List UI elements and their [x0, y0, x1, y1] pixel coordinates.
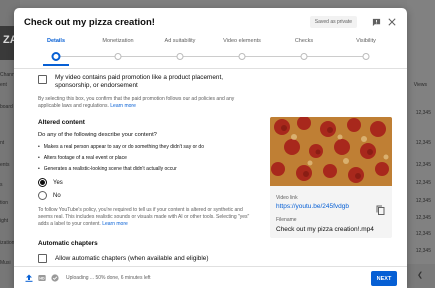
dialog-footer: HD Uploading ... 50% done, 6 minutes lef…	[14, 266, 407, 288]
yes-radio[interactable]	[38, 178, 47, 187]
altered-yes-option[interactable]: Yes	[38, 178, 250, 187]
automatic-chapters-checkbox[interactable]	[38, 254, 47, 263]
upload-dialog: Check out my pizza creation! Saved as pr…	[14, 8, 407, 288]
altered-no-option[interactable]: No	[38, 191, 250, 200]
view-count: 12,345	[415, 110, 431, 116]
view-count: 12,345	[415, 198, 431, 204]
tab-details[interactable]: Details	[47, 38, 65, 44]
chevron-left-icon[interactable]: ❮	[417, 271, 423, 279]
views-header: Views	[413, 82, 427, 88]
upload-icon	[25, 274, 33, 282]
no-radio-label: No	[53, 192, 61, 199]
filename: Check out my pizza creation!.mp4	[276, 226, 374, 233]
pagination-bar: ❮	[407, 264, 435, 288]
svg-text:HD: HD	[39, 276, 45, 280]
upload-stepper: Details Monetization Ad suitability Vide…	[14, 36, 407, 68]
dialog-title: Check out my pizza creation!	[24, 16, 155, 28]
tab-checks[interactable]: Checks	[295, 38, 313, 44]
learn-more-link[interactable]: Learn more	[102, 221, 128, 227]
upload-status: Uploading ... 50% done, 6 minutes left	[66, 274, 151, 281]
view-count: 12,345	[415, 180, 431, 186]
altered-policy-body: To follow YouTube's policy, you're requi…	[38, 207, 250, 227]
dialog-header: Check out my pizza creation! Saved as pr…	[14, 8, 407, 36]
video-link-label: Video link	[276, 195, 298, 201]
active-step-indicator	[43, 64, 69, 66]
stepper-line	[58, 56, 369, 57]
automatic-chapters-label: Allow automatic chapters (when available…	[55, 255, 209, 262]
step-dot-checks[interactable]	[300, 53, 308, 60]
filename-label: Filename	[276, 217, 297, 223]
altered-bullet: Generates a realistic-looking scene that…	[38, 166, 250, 172]
paid-promotion-row[interactable]: My video contains paid promotion like a …	[38, 74, 250, 90]
altered-content-heading: Altered content	[38, 119, 85, 126]
step-dot-video-elements[interactable]	[238, 53, 246, 60]
checks-complete-icon	[51, 273, 59, 282]
close-icon[interactable]	[387, 17, 397, 27]
tab-ad-suitability[interactable]: Ad suitability	[165, 38, 196, 44]
hd-icon: HD	[38, 274, 46, 282]
yes-radio-label: Yes	[53, 179, 63, 186]
paid-promotion-checkbox[interactable]	[38, 75, 47, 84]
view-count: 12,345	[415, 140, 431, 146]
view-count: 12,345	[415, 162, 431, 168]
video-thumbnail[interactable]	[270, 117, 392, 186]
altered-policy-text: To follow YouTube's policy, you're requi…	[38, 207, 250, 228]
details-form: My video contains paid promotion like a …	[38, 74, 250, 263]
altered-bullet: Makes a real person appear to say or do …	[38, 144, 250, 150]
view-count: 12,345	[415, 231, 431, 237]
tab-visibility[interactable]: Visibility	[356, 38, 376, 44]
next-button[interactable]: NEXT	[371, 271, 397, 286]
paid-promotion-help-text: By selecting this box, you confirm that …	[38, 96, 235, 109]
altered-bullet: Alters footage of a real event or place	[38, 155, 250, 161]
altered-content-question: Do any of the following describe your co…	[38, 132, 157, 138]
background-table-column: Views 12,345 12,345 12,345 12,345 12,345…	[407, 0, 435, 288]
view-count: 12,345	[415, 248, 431, 254]
view-count: 12,345	[415, 215, 431, 221]
automatic-chapters-heading: Automatic chapters	[38, 240, 98, 247]
paid-promotion-help: By selecting this box, you confirm that …	[38, 96, 250, 110]
video-link[interactable]: https://youtu.be/245fvdgb	[276, 203, 349, 210]
details-content: My video contains paid promotion like a …	[14, 69, 407, 267]
saved-status-badge: Saved as private	[309, 16, 357, 28]
step-dot-visibility[interactable]	[362, 53, 370, 60]
automatic-chapters-row[interactable]: Allow automatic chapters (when available…	[38, 254, 250, 263]
video-preview-card: Video link https://youtu.be/245fvdgb Fil…	[270, 117, 392, 238]
feedback-icon[interactable]	[371, 17, 381, 27]
step-dot-details[interactable]	[51, 52, 61, 61]
step-dot-ad-suitability[interactable]	[176, 53, 184, 60]
paid-promotion-label: My video contains paid promotion like a …	[55, 74, 224, 89]
step-dot-monetization[interactable]	[114, 53, 122, 60]
tab-monetization[interactable]: Monetization	[102, 38, 133, 44]
learn-more-link[interactable]: Learn more	[110, 103, 136, 109]
no-radio[interactable]	[38, 191, 47, 200]
tab-video-elements[interactable]: Video elements	[223, 38, 261, 44]
copy-icon[interactable]	[376, 202, 386, 215]
